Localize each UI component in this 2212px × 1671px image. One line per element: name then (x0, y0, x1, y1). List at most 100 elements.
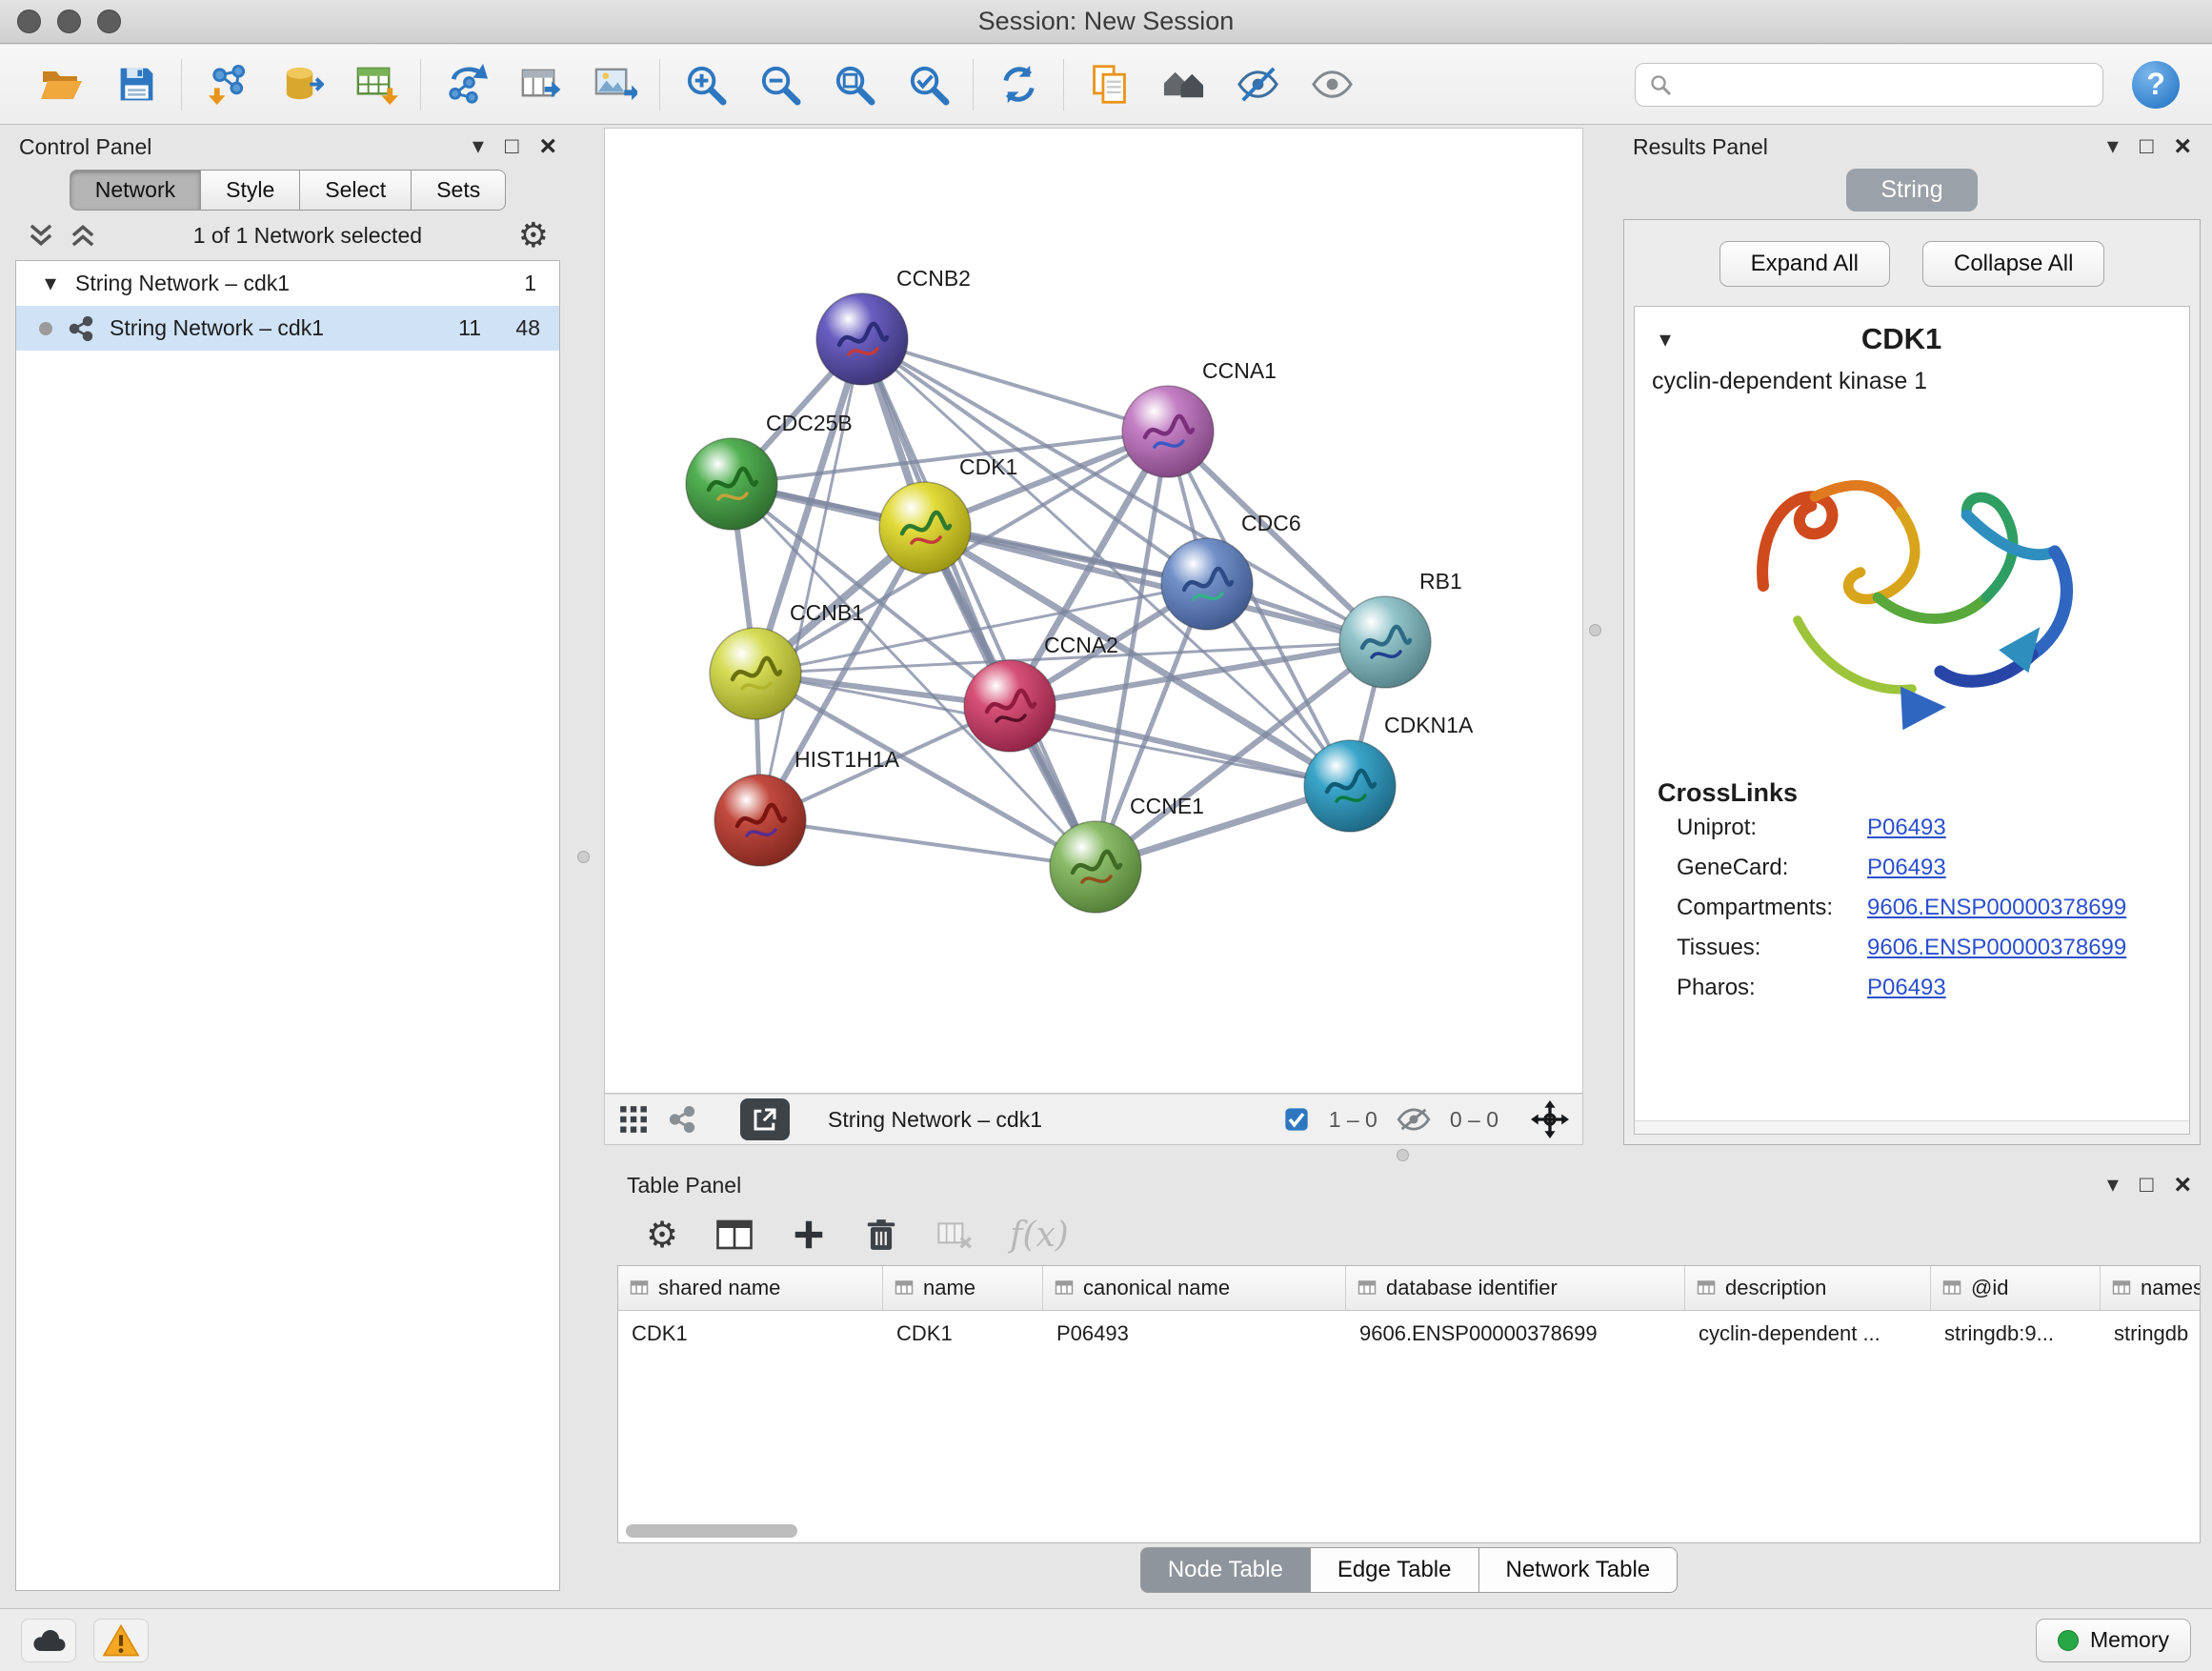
network-node-rb1[interactable]: RB1 (1339, 569, 1462, 688)
gene-expand-icon[interactable]: ▾ (1659, 326, 1671, 353)
crosslink-link[interactable]: 9606.ENSP00000378699 (1867, 895, 2126, 921)
network-edge-count: 48 (496, 315, 540, 341)
network-edge[interactable] (1010, 706, 1350, 786)
close-window-button[interactable] (17, 10, 41, 33)
help-button[interactable]: ? (2132, 61, 2180, 109)
crosslink-link[interactable]: P06493 (1867, 855, 1946, 881)
expand-all-icon[interactable] (27, 223, 55, 248)
table-hscrollbar[interactable] (626, 1524, 797, 1538)
pan-crosshair-icon[interactable] (1531, 1100, 1569, 1138)
show-all-button[interactable] (1306, 59, 1357, 111)
crosslink-link[interactable]: 9606.ENSP00000378699 (1867, 935, 2126, 961)
import-network-file-button[interactable] (201, 59, 252, 111)
import-table-file-button[interactable] (350, 59, 401, 111)
collapse-all-icon[interactable] (69, 223, 97, 248)
export-table-button[interactable] (514, 59, 566, 111)
network-node-hist1h1a[interactable]: HIST1H1A (714, 747, 900, 866)
column-header-name[interactable]: name (883, 1266, 1043, 1310)
export-image-button[interactable] (589, 59, 640, 111)
column-header-shared-name[interactable]: shared name (618, 1266, 883, 1310)
delete-column-icon[interactable] (935, 1216, 974, 1254)
open-session-button[interactable] (36, 59, 88, 111)
network-node-cdc6[interactable]: CDC6 (1161, 511, 1301, 630)
column-header-@id[interactable]: @id (1931, 1266, 2101, 1310)
network-edge[interactable] (760, 820, 1096, 867)
crosslink-link[interactable]: P06493 (1867, 975, 1946, 1001)
export-network-button[interactable] (440, 59, 492, 111)
warnings-button[interactable] (93, 1619, 149, 1662)
tab-sets[interactable]: Sets (412, 170, 506, 211)
memory-button[interactable]: Memory (2036, 1619, 2191, 1662)
expand-all-button[interactable]: Expand All (1719, 241, 1890, 287)
minimize-window-button[interactable] (57, 10, 81, 33)
bottom-splitter-handle[interactable] (1397, 1149, 1409, 1161)
column-header-database-identifier[interactable]: database identifier (1346, 1266, 1685, 1310)
network-node-cdkn1a[interactable]: CDKN1A (1304, 713, 1474, 832)
search-input[interactable] (1681, 71, 2089, 97)
zoom-selected-button[interactable] (902, 59, 954, 111)
control-panel-menu-icon[interactable]: ▾ (473, 135, 484, 158)
crosslink-link[interactable]: P06493 (1867, 815, 1946, 841)
network-view[interactable]: CCNB2CCNA1CDC25BCDK1CDC6RB1CCNB1CCNA2CDK… (604, 128, 1583, 1094)
tab-network[interactable]: Network (70, 170, 201, 211)
results-panel-menu-icon[interactable]: ▾ (2107, 135, 2119, 158)
save-session-button[interactable] (111, 59, 162, 111)
import-network-database-button[interactable] (275, 59, 327, 111)
collection-expand-icon[interactable]: ▾ (45, 270, 56, 297)
tab-edge-table[interactable]: Edge Table (1311, 1547, 1479, 1593)
table-options-gear-icon[interactable]: ⚙ (646, 1214, 678, 1257)
table-panel-close-icon[interactable]: × (2174, 1171, 2191, 1199)
cloud-status-button[interactable] (21, 1619, 76, 1662)
network-canvas[interactable]: CCNB2CCNA1CDC25BCDK1CDC6RB1CCNB1CCNA2CDK… (605, 129, 1582, 1093)
node-label: HIST1H1A (794, 747, 900, 772)
delete-row-icon[interactable] (863, 1217, 899, 1253)
selected-checkbox-icon[interactable] (1283, 1106, 1310, 1133)
results-panel-float-icon[interactable]: □ (2140, 135, 2154, 158)
tab-style[interactable]: Style (201, 170, 300, 211)
function-builder-icon[interactable]: f(x) (1010, 1216, 1069, 1255)
control-panel-close-icon[interactable]: × (539, 132, 556, 161)
hide-selected-button[interactable] (1232, 59, 1283, 111)
zoom-fit-button[interactable] (828, 59, 879, 111)
control-panel-float-icon[interactable]: □ (505, 135, 519, 158)
left-splitter-handle[interactable] (577, 851, 590, 863)
external-link-icon (751, 1105, 779, 1134)
collapse-all-button[interactable]: Collapse All (1922, 241, 2104, 287)
network-collection-row[interactable]: ▾ String Network – cdk1 1 (16, 261, 559, 306)
network-node-ccna1[interactable]: CCNA1 (1122, 358, 1277, 477)
home-view-button[interactable] (1157, 59, 1209, 111)
network-node-ccnb2[interactable]: CCNB2 (816, 266, 971, 385)
network-node-ccnb1[interactable]: CCNB1 (710, 600, 864, 719)
results-scrollbar[interactable] (1635, 1120, 2189, 1134)
network-edge[interactable] (862, 339, 1096, 867)
zoom-out-button[interactable] (754, 59, 805, 111)
hidden-eye-icon[interactable] (1397, 1106, 1431, 1133)
add-column-icon[interactable] (791, 1217, 827, 1253)
share-view-icon[interactable] (668, 1105, 696, 1134)
table-panel-float-icon[interactable]: □ (2140, 1174, 2154, 1197)
copy-document-button[interactable] (1083, 59, 1135, 111)
results-panel-close-icon[interactable]: × (2174, 132, 2191, 161)
column-header-description[interactable]: description (1685, 1266, 1931, 1310)
network-edge[interactable] (862, 339, 1168, 432)
grid-view-icon[interactable] (618, 1104, 649, 1135)
table-row[interactable]: CDK1CDK1P064939606.ENSP00000378699cyclin… (618, 1311, 2200, 1356)
table-panel-menu-icon[interactable]: ▾ (2107, 1174, 2119, 1197)
network-row[interactable]: String Network – cdk1 11 48 (16, 306, 559, 351)
columns-icon[interactable] (714, 1215, 754, 1255)
zoom-in-button[interactable] (679, 59, 731, 111)
tab-string[interactable]: String (1846, 169, 1977, 211)
tab-network-table[interactable]: Network Table (1479, 1547, 1679, 1593)
network-options-gear-icon[interactable]: ⚙ (518, 215, 549, 255)
node-label: CDC25B (766, 411, 853, 435)
apply-layout-button[interactable] (993, 59, 1044, 111)
column-header-namespace[interactable]: namespace (2101, 1266, 2201, 1310)
right-splitter-handle[interactable] (1589, 624, 1601, 636)
search-field[interactable] (1635, 63, 2103, 107)
zoom-window-button[interactable] (97, 10, 121, 33)
open-in-browser-button[interactable] (740, 1098, 790, 1140)
tab-select[interactable]: Select (300, 170, 412, 211)
network-node-cdk1[interactable]: CDK1 (879, 454, 1017, 574)
tab-node-table[interactable]: Node Table (1140, 1547, 1311, 1593)
column-header-canonical-name[interactable]: canonical name (1043, 1266, 1346, 1310)
